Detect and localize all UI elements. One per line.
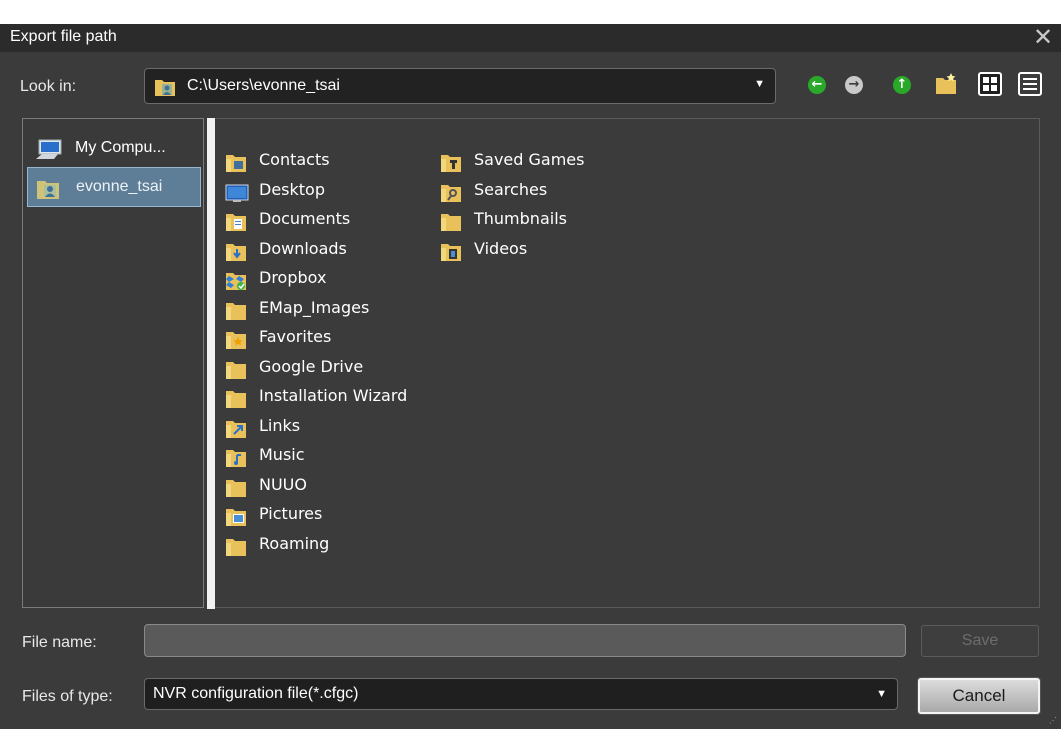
- forward-arrow-icon: →: [845, 76, 863, 94]
- file-name-input[interactable]: [144, 624, 906, 657]
- back-button[interactable]: ←: [808, 76, 828, 96]
- look-in-label: Look in:: [20, 78, 77, 95]
- folder-icon: [225, 477, 249, 504]
- sidebar-item-label: My Compu...: [75, 139, 166, 156]
- user-folder-icon: [154, 77, 176, 102]
- resize-grip-icon[interactable]: ⋰: [1049, 716, 1057, 725]
- file-item-label: Pictures: [259, 504, 323, 523]
- back-arrow-icon: ←: [808, 76, 826, 94]
- places-sidebar: My Compu... evonne_tsai: [22, 118, 204, 608]
- new-folder-button[interactable]: [934, 72, 956, 94]
- close-icon[interactable]: ✕: [1031, 24, 1055, 50]
- file-list: Contacts Desktop Documents Downloads Dropbox…: [215, 118, 1040, 608]
- sidebar-item-my-computer[interactable]: My Compu...: [27, 129, 201, 169]
- file-item-label: Documents: [259, 209, 351, 228]
- up-arrow-icon: ↑: [893, 76, 911, 94]
- folder-icon: [225, 536, 249, 563]
- folder-icon: [225, 359, 249, 386]
- title-bar: Export file path ✕: [0, 24, 1061, 52]
- sidebar-item-evonne-tsai[interactable]: evonne_tsai: [27, 167, 201, 207]
- folder-icon: [225, 388, 249, 415]
- file-item-label: Music: [259, 445, 305, 464]
- folder-icon: [440, 211, 464, 238]
- searches-folder-icon: [440, 182, 464, 209]
- file-item-label: Contacts: [259, 150, 330, 169]
- chevron-down-icon: ▼: [754, 78, 765, 90]
- videos-folder-icon: [440, 241, 464, 268]
- sidebar-item-label: evonne_tsai: [76, 178, 163, 195]
- favorites-folder-icon: [225, 329, 249, 356]
- grid-view-icon: [983, 77, 997, 91]
- details-view-icon: [1023, 78, 1037, 90]
- file-item-label: Videos: [474, 238, 528, 258]
- music-folder-icon: [225, 447, 249, 474]
- file-item-label: Google Drive: [259, 356, 364, 376]
- look-in-dropdown[interactable]: C:\Users\evonne_tsai ▼: [144, 68, 776, 104]
- file-item-label: Searches: [474, 179, 548, 199]
- file-item-label: Links: [259, 415, 301, 435]
- file-item-label: NUUO: [259, 474, 307, 494]
- file-name-label: File name:: [22, 634, 97, 651]
- sidebar-splitter[interactable]: [207, 118, 215, 609]
- dialog-title: Export file path: [10, 28, 117, 45]
- file-item-label: Roaming: [259, 533, 330, 553]
- save-button[interactable]: Save: [921, 625, 1039, 657]
- computer-icon: [35, 139, 63, 166]
- file-item-label: Saved Games: [474, 150, 585, 169]
- pictures-folder-icon: [225, 506, 249, 533]
- desktop-icon: [225, 182, 249, 209]
- files-of-type-value: NVR configuration file(*.cfgc): [153, 685, 359, 702]
- links-folder-icon: [225, 418, 249, 445]
- files-of-type-dropdown[interactable]: NVR configuration file(*.cfgc) ▼: [144, 678, 898, 710]
- list-view-button[interactable]: [978, 72, 1002, 96]
- chevron-down-icon: ▼: [876, 688, 887, 700]
- downloads-folder-icon: [225, 241, 249, 268]
- detail-view-button[interactable]: [1018, 72, 1042, 96]
- saved-games-folder-icon: [440, 152, 464, 179]
- new-folder-icon: [936, 73, 956, 94]
- folder-icon: [225, 300, 249, 327]
- documents-folder-icon: [225, 211, 249, 238]
- look-in-path: C:\Users\evonne_tsai: [187, 77, 340, 94]
- dropbox-icon: [225, 270, 249, 297]
- forward-button[interactable]: →: [845, 76, 865, 96]
- file-item-label: Thumbnails: [474, 209, 567, 228]
- file-item-label: EMap_Images: [259, 297, 370, 317]
- file-item-label: Dropbox: [259, 268, 327, 287]
- files-of-type-label: Files of type:: [22, 688, 113, 705]
- user-folder-icon: [36, 178, 60, 205]
- file-item-label: Installation Wizard: [259, 386, 408, 405]
- cancel-button[interactable]: Cancel: [918, 678, 1040, 714]
- up-one-level-button[interactable]: ↑: [893, 76, 913, 96]
- export-dialog: Export file path ✕ Look in: C:\Users\evo…: [0, 24, 1061, 729]
- file-item-label: Desktop: [259, 179, 325, 199]
- contacts-folder-icon: [225, 152, 249, 179]
- file-item-label: Downloads: [259, 238, 347, 258]
- file-item-label: Favorites: [259, 327, 332, 346]
